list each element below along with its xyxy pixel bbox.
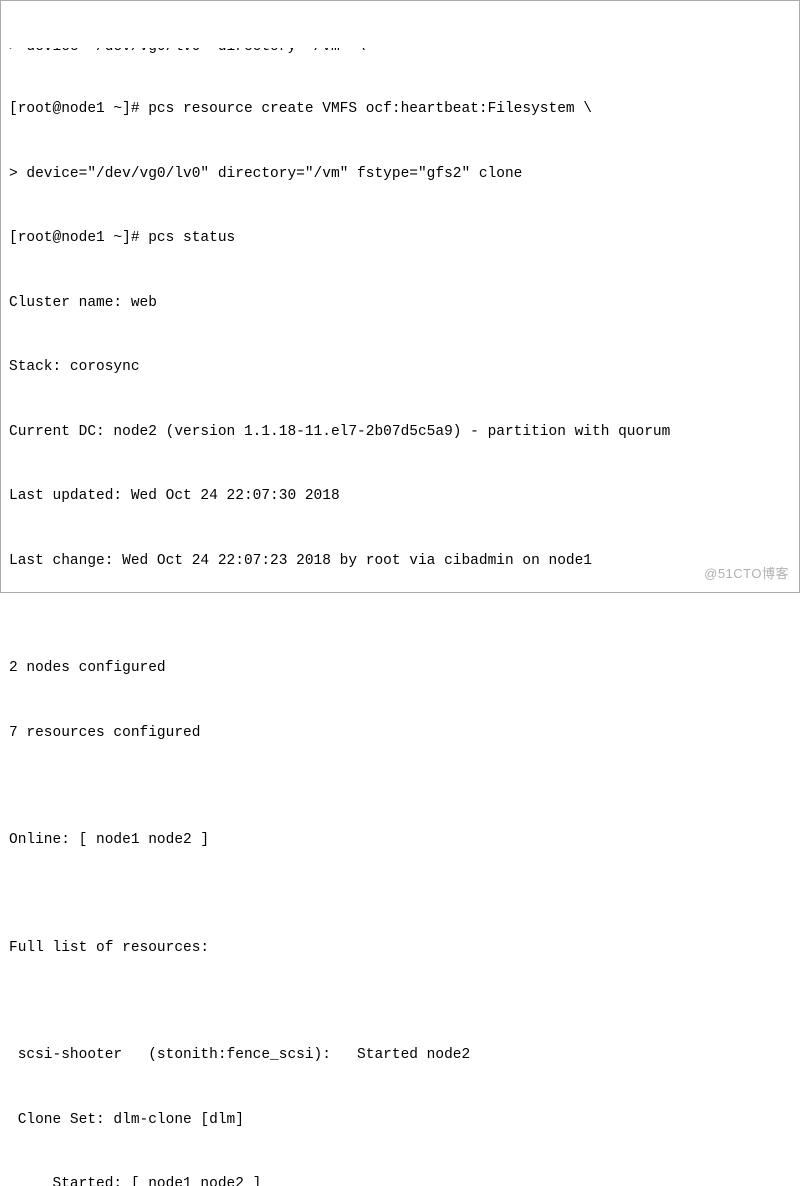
terminal-line: Current DC: node2 (version 1.1.18-11.el7… <box>9 422 791 444</box>
terminal-line: 7 resources configured <box>9 723 791 745</box>
terminal-line: Stack: corosync <box>9 357 791 379</box>
terminal-line: Clone Set: dlm-clone [dlm] <box>9 1110 791 1132</box>
terminal-line: > device="/dev/vg0/lv0" directory="/vm" … <box>9 164 791 186</box>
terminal-line: Started: [ node1 node2 ] <box>9 1174 791 1186</box>
watermark-text: @51CTO博客 <box>704 563 789 585</box>
terminal-line: [root@node1 ~]# pcs status <box>9 228 791 250</box>
terminal-line: Cluster name: web <box>9 293 791 315</box>
terminal-line: Last updated: Wed Oct 24 22:07:30 2018 <box>9 486 791 508</box>
terminal-line: Last change: Wed Oct 24 22:07:23 2018 by… <box>9 551 791 573</box>
terminal-line: 2 nodes configured <box>9 658 791 680</box>
terminal-line: [root@node1 ~]# pcs resource create VMFS… <box>9 99 791 121</box>
terminal-line: scsi-shooter (stonith:fence_scsi): Start… <box>9 1045 791 1067</box>
terminal-output[interactable]: > device="/dev/vg0/lv0" directory="/vm" … <box>9 5 791 1186</box>
terminal-line: > device="/dev/vg0/lv0" directory="/vm" … <box>9 48 366 56</box>
terminal-line: Online: [ node1 node2 ] <box>9 830 791 852</box>
terminal-line: Full list of resources: <box>9 938 791 960</box>
